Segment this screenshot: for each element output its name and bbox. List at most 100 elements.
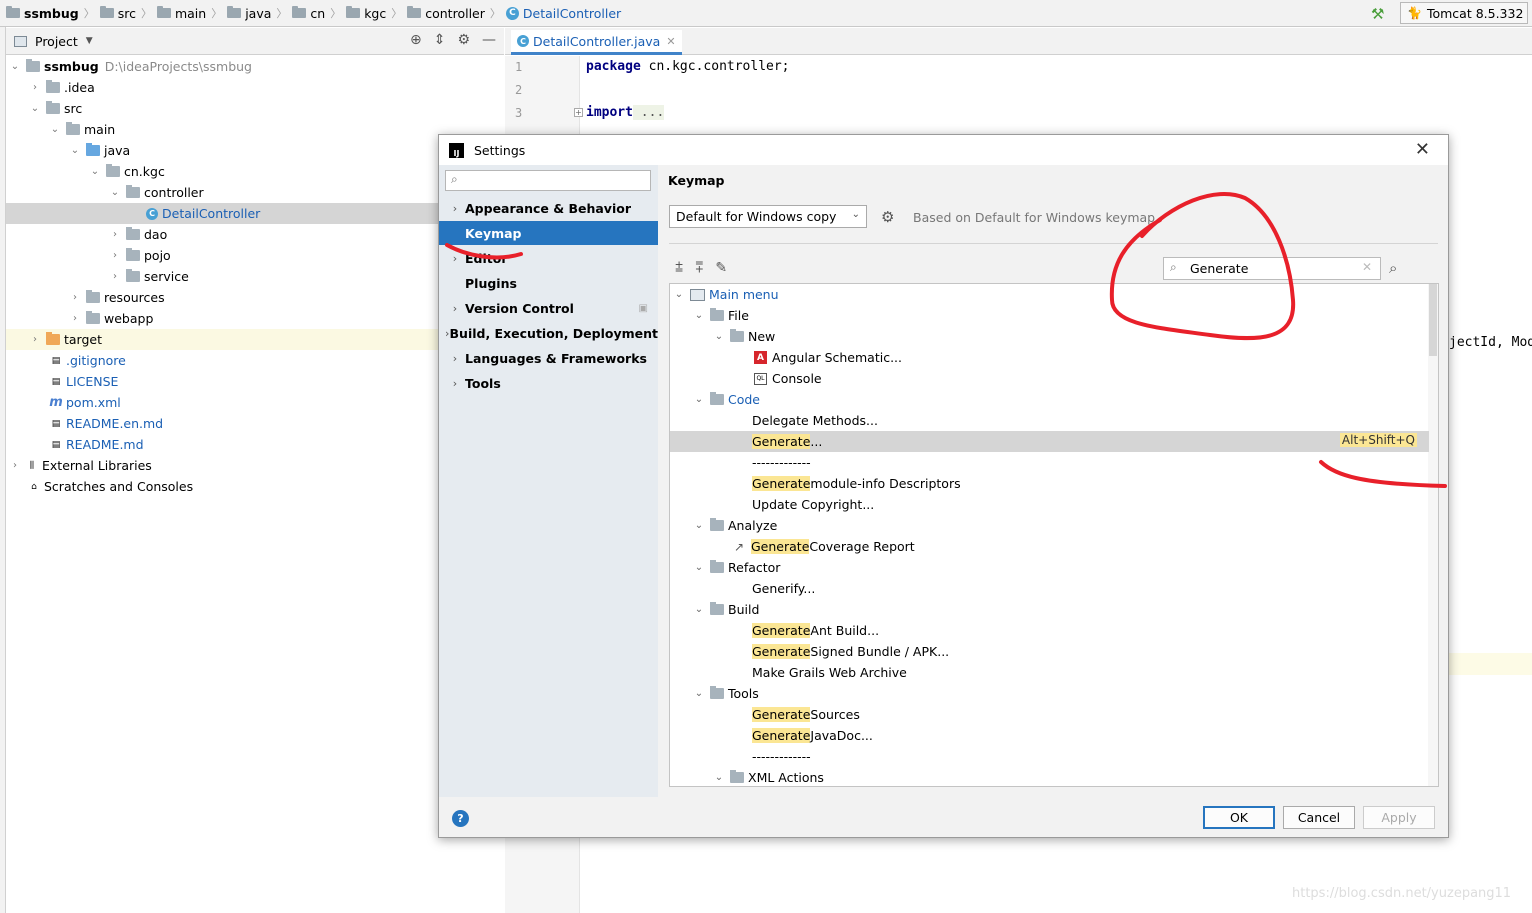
sidebar-item-keymap[interactable]: Keymap [439,221,658,245]
chevron-down-icon[interactable]: ⌄ [672,289,686,300]
tree-row-code[interactable]: ⌄ Code [670,389,1429,410]
sidebar-item-version-control[interactable]: › Version Control ▣ [439,296,658,320]
tree-row-ant-build[interactable]: Generate Ant Build... [670,620,1429,641]
chevron-down-icon[interactable]: ⌄ [108,187,122,198]
tree-row-main[interactable]: ⌄ main [6,119,504,140]
tree-row-signed-bundle[interactable]: Generate Signed Bundle / APK... [670,641,1429,662]
tree-row-detailcontroller[interactable]: C DetailController [6,203,504,224]
tree-row-main-menu[interactable]: ⌄ Main menu [670,284,1429,305]
sidebar-item-plugins[interactable]: Plugins [439,271,658,295]
tree-row-ssmbug[interactable]: ⌄ ssmbug D:\ideaProjects\ssmbug [6,56,504,77]
tree-row-readme[interactable]: ▤ README.md [6,434,504,455]
chevron-right-icon[interactable]: › [68,292,82,303]
breadcrumb-ssmbug[interactable]: ssmbug [4,0,81,27]
tree-row-module-info[interactable]: Generate module-info Descriptors [670,473,1429,494]
edit-icon[interactable]: ✎ [715,260,727,276]
chevron-down-icon[interactable]: ⌄ [68,145,82,156]
breadcrumb-kgc[interactable]: kgc [344,0,388,27]
apply-button[interactable]: Apply [1363,806,1435,829]
keymap-search-input[interactable]: ⌕ Generate ✕ [1163,257,1381,280]
chevron-right-icon[interactable]: › [28,334,42,345]
tree-row-java[interactable]: ⌄ java [6,140,504,161]
chevron-down-icon[interactable]: ⌄ [692,688,706,699]
tree-row-tools[interactable]: ⌄ Tools [670,683,1429,704]
tree-row-license[interactable]: ▤ LICENSE [6,371,504,392]
chevron-down-icon[interactable]: ⌄ [88,166,102,177]
chevron-down-icon[interactable]: ⌄ [692,520,706,531]
tree-row-readme-en[interactable]: ▤ README.en.md [6,413,504,434]
tree-row-src[interactable]: ⌄ src [6,98,504,119]
tree-row-target[interactable]: › target [6,329,504,350]
tree-row-update-copyright[interactable]: Update Copyright... [670,494,1429,515]
chevron-down-icon[interactable]: ⌄ [28,103,42,114]
chevron-right-icon[interactable]: › [68,313,82,324]
tree-row-pom[interactable]: m pom.xml [6,392,504,413]
gear-icon[interactable]: ⚙ [881,208,894,226]
tree-row-new[interactable]: ⌄ New [670,326,1429,347]
chevron-down-icon[interactable]: ⌄ [692,562,706,573]
tree-row-generate[interactable]: Generate... Alt+Shift+Q [670,431,1429,452]
chevron-right-icon[interactable]: › [108,250,122,261]
breadcrumb-java[interactable]: java [225,0,273,27]
tree-row-coverage[interactable]: ↗ Generate Coverage Report [670,536,1429,557]
collapse-all-icon[interactable]: ⇕ [434,32,446,48]
tree-row-service[interactable]: › service [6,266,504,287]
chevron-right-icon[interactable]: › [108,229,122,240]
sidebar-item-appearance[interactable]: › Appearance & Behavior [439,196,658,220]
tree-row-file[interactable]: ⌄ File [670,305,1429,326]
tree-row-idea[interactable]: › .idea [6,77,504,98]
breadcrumb-main[interactable]: main [155,0,208,27]
breadcrumb-controller[interactable]: controller [405,0,487,27]
code-line-3[interactable]: import ... [586,105,665,120]
ok-button[interactable]: OK [1203,806,1275,829]
chevron-down-icon[interactable]: ⌄ [692,394,706,405]
locate-icon[interactable]: ⊕ [410,32,422,48]
tab-detailcontroller[interactable]: C DetailController.java ✕ [511,30,682,55]
hide-icon[interactable]: — [482,32,496,48]
tree-row-gitignore[interactable]: ▤ .gitignore [6,350,504,371]
fold-icon[interactable]: + [574,108,583,117]
run-configuration-select[interactable]: 🐈 Tomcat 8.5.332 [1400,2,1528,24]
close-icon[interactable]: ✕ [1415,139,1430,160]
chevron-right-icon[interactable]: › [8,460,22,471]
chevron-right-icon[interactable]: › [28,82,42,93]
tree-row-grails[interactable]: Make Grails Web Archive [670,662,1429,683]
tree-row-angular[interactable]: A Angular Schematic... [670,347,1429,368]
tree-row-scratches[interactable]: ⌂ Scratches and Consoles [6,476,504,497]
tree-row-analyze[interactable]: ⌄ Analyze [670,515,1429,536]
scrollbar-thumb[interactable] [1429,284,1437,356]
tree-row-delegate[interactable]: Delegate Methods... [670,410,1429,431]
chevron-down-icon[interactable]: ⌄ [692,604,706,615]
tree-row-webapp[interactable]: › webapp [6,308,504,329]
sidebar-item-tools[interactable]: › Tools [439,371,658,395]
collapse-all-icon[interactable]: ⩱ [695,260,703,276]
tree-row-pojo[interactable]: › pojo [6,245,504,266]
chevron-down-icon[interactable]: ▼ [86,36,93,46]
tree-row-build[interactable]: ⌄ Build [670,599,1429,620]
tree-row-generify[interactable]: Generify... [670,578,1429,599]
help-icon[interactable]: ? [452,810,469,827]
find-shortcut-icon[interactable]: ⌕ [1389,259,1397,277]
tree-row-external-libraries[interactable]: › ⫼ External Libraries [6,455,504,476]
tree-row-javadoc[interactable]: Generate JavaDoc... [670,725,1429,746]
chevron-down-icon[interactable]: ⌄ [712,772,726,783]
breadcrumb-detailcontroller[interactable]: C DetailController [504,0,623,27]
project-panel-title[interactable]: Project [35,34,78,49]
cancel-button[interactable]: Cancel [1283,806,1355,829]
sidebar-item-editor[interactable]: › Editor [439,246,658,270]
gear-icon[interactable]: ⚙ [457,32,470,48]
settings-search-input[interactable]: ⌕ [445,170,651,191]
scrollbar[interactable] [1428,284,1438,786]
build-hammer-icon[interactable]: ⚒ [1371,5,1384,23]
chevron-down-icon[interactable]: ⌄ [712,331,726,342]
tree-row-controller[interactable]: ⌄ controller [6,182,504,203]
tree-row-xml-actions[interactable]: ⌄ XML Actions [670,767,1429,786]
breadcrumb-cn[interactable]: cn [290,0,327,27]
tree-row-cn-kgc[interactable]: ⌄ cn.kgc [6,161,504,182]
chevron-right-icon[interactable]: › [108,271,122,282]
tree-row-console[interactable]: QL Console [670,368,1429,389]
close-tab-icon[interactable]: ✕ [666,35,675,48]
keymap-select[interactable]: Default for Windows copy ⌄ [669,205,867,228]
sidebar-item-build[interactable]: › Build, Execution, Deployment [439,321,658,345]
clear-icon[interactable]: ✕ [1362,260,1372,274]
